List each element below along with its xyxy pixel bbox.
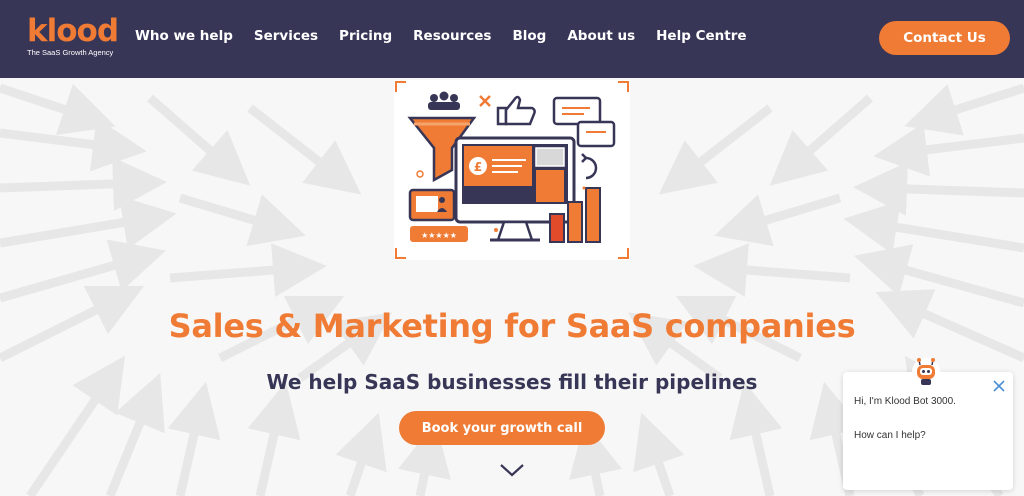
nav-resources[interactable]: Resources	[413, 28, 491, 44]
nav-who-we-help[interactable]: Who we help	[135, 28, 233, 44]
chat-greeting: Hi, I'm Klood Bot 3000.	[854, 396, 956, 407]
site-header: klood The SaaS Growth Agency Who we help…	[0, 0, 1024, 78]
nav-about-us[interactable]: About us	[567, 28, 635, 44]
chevron-down-icon[interactable]	[499, 462, 525, 478]
contact-us-button[interactable]: Contact Us	[879, 21, 1010, 55]
nav-blog[interactable]: Blog	[512, 28, 546, 44]
logo-wordmark: klood	[27, 13, 119, 49]
close-icon[interactable]	[993, 380, 1005, 392]
nav-services[interactable]: Services	[254, 28, 318, 44]
chat-widget[interactable]: Hi, I'm Klood Bot 3000. How can I help?	[843, 372, 1013, 490]
hero-headline: Sales & Marketing for SaaS companies	[168, 307, 856, 345]
main-nav: Who we help Services Pricing Resources B…	[135, 28, 768, 44]
logo-tagline: The SaaS Growth Agency	[27, 48, 114, 57]
book-growth-call-button[interactable]: Book your growth call	[399, 411, 605, 445]
nav-help-centre[interactable]: Help Centre	[656, 28, 746, 44]
sales-funnel-dashboard-illustration: £ ★★★★★	[394, 80, 630, 260]
rating-stars: ★★★★★	[421, 231, 457, 240]
chat-prompt: How can I help?	[854, 430, 926, 441]
currency-symbol: £	[474, 160, 482, 174]
klood-logo[interactable]: klood The SaaS Growth Agency	[27, 16, 127, 62]
robot-avatar-icon	[912, 358, 940, 386]
nav-pricing[interactable]: Pricing	[339, 28, 392, 44]
